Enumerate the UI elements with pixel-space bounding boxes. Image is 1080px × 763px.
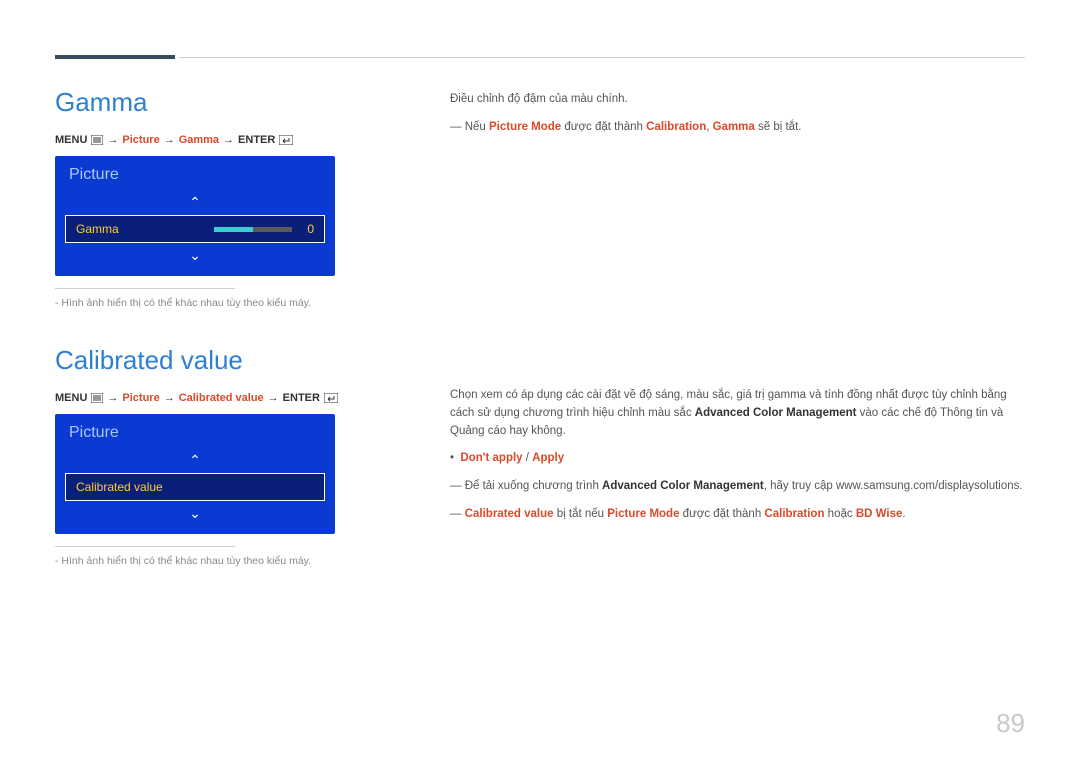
arrow-icon: → (107, 392, 118, 404)
enter-icon (279, 135, 293, 145)
gamma-value: 0 (300, 222, 314, 236)
text: hoặc (824, 508, 855, 520)
osd-panel-title: Picture (55, 156, 335, 190)
calibration-ref: Calibration (646, 121, 706, 133)
text: . (902, 508, 905, 520)
text: được đặt thành (561, 121, 646, 133)
arrow-icon: → (164, 134, 175, 146)
header-rule (55, 55, 1025, 59)
gamma-right-block: Điều chỉnh độ đậm của màu chính. ― Nếu P… (450, 91, 1025, 351)
arrow-icon: → (268, 392, 279, 404)
calibrated-right-block: Chọn xem có áp dụng các cài đặt về độ sá… (450, 387, 1025, 524)
arrow-icon: → (107, 134, 118, 146)
chevron-down-icon[interactable]: ⌄ (55, 243, 335, 268)
picture-mode-ref: Picture Mode (607, 508, 679, 520)
menu-icon (91, 393, 103, 403)
arrow-icon: → (164, 392, 175, 404)
gamma-osd-panel: Picture ⌃ Gamma 0 ⌄ (55, 156, 335, 276)
arrow-icon: → (223, 134, 234, 146)
option-dont-apply: Don't apply (460, 452, 522, 464)
calibrated-warn: ― Calibrated value bị tắt nếu Picture Mo… (450, 506, 1025, 524)
text: , hãy truy cập www.samsung.com/displayso… (764, 480, 1023, 492)
acm-ref: Advanced Color Management (602, 480, 764, 492)
text: được đặt thành (679, 508, 764, 520)
gamma-left-block: Gamma MENU → Picture → Gamma → ENTER (55, 87, 395, 309)
breadcrumb-enter: ENTER (283, 392, 320, 404)
header-line (179, 57, 1025, 58)
gamma-note: - Hình ảnh hiển thị có thể khác nhau tùy… (55, 297, 395, 309)
enter-icon (324, 393, 338, 403)
calibrated-title: Calibrated value (55, 345, 395, 376)
osd-panel-title: Picture (55, 414, 335, 448)
gamma-ref: Gamma (713, 121, 755, 133)
calibrated-options: • Don't apply / Apply (450, 450, 1025, 468)
slider-track (214, 227, 292, 232)
breadcrumb-enter: ENTER (238, 134, 275, 146)
page-number: 89 (996, 708, 1025, 739)
chevron-up-icon[interactable]: ⌃ (55, 448, 335, 473)
slider-fill (214, 227, 253, 232)
chevron-down-icon[interactable]: ⌄ (55, 501, 335, 526)
text: ― Để tải xuống chương trình (450, 480, 602, 492)
picture-mode-ref: Picture Mode (489, 121, 561, 133)
gamma-warn: ― Nếu Picture Mode được đặt thành Calibr… (450, 119, 1025, 137)
calibrated-note: - Hình ảnh hiển thị có thể khác nhau tùy… (55, 555, 395, 567)
bdwise-ref: BD Wise (856, 508, 903, 520)
menu-icon (91, 135, 103, 145)
calibrated-value-ref: Calibrated value (465, 508, 554, 520)
calibrated-left-block: Calibrated value MENU → Picture → Calibr… (55, 345, 395, 567)
gamma-row[interactable]: Gamma 0 (65, 215, 325, 243)
breadcrumb-calibrated: Calibrated value (179, 392, 264, 404)
option-apply: Apply (532, 452, 564, 464)
breadcrumb-menu: MENU (55, 392, 87, 404)
text: / (523, 452, 533, 464)
divider-line (55, 546, 235, 547)
gamma-breadcrumb: MENU → Picture → Gamma → ENTER (55, 134, 395, 146)
calibrated-row[interactable]: Calibrated value (65, 473, 325, 501)
breadcrumb-picture: Picture (122, 134, 159, 146)
calibrated-row-label: Calibrated value (76, 480, 163, 494)
breadcrumb-menu: MENU (55, 134, 87, 146)
calibration-ref: Calibration (764, 508, 824, 520)
header-accent (55, 55, 175, 59)
breadcrumb-picture: Picture (122, 392, 159, 404)
calibrated-osd-panel: Picture ⌃ Calibrated value ⌄ (55, 414, 335, 534)
text: ― Nếu (450, 121, 489, 133)
breadcrumb-gamma: Gamma (179, 134, 219, 146)
gamma-slider[interactable]: 0 (214, 222, 314, 236)
calibrated-download: ― Để tải xuống chương trình Advanced Col… (450, 478, 1025, 496)
gamma-title: Gamma (55, 87, 395, 118)
calibrated-desc: Chọn xem có áp dụng các cài đặt về độ sá… (450, 387, 1025, 440)
gamma-row-label: Gamma (76, 222, 119, 236)
divider-line (55, 288, 235, 289)
chevron-up-icon[interactable]: ⌃ (55, 190, 335, 215)
text: sẽ bị tắt. (755, 121, 802, 133)
calibrated-breadcrumb: MENU → Picture → Calibrated value → ENTE… (55, 392, 395, 404)
text: bị tắt nếu (554, 508, 608, 520)
gamma-desc: Điều chỉnh độ đậm của màu chính. (450, 91, 1025, 109)
acm-ref: Advanced Color Management (695, 407, 857, 419)
